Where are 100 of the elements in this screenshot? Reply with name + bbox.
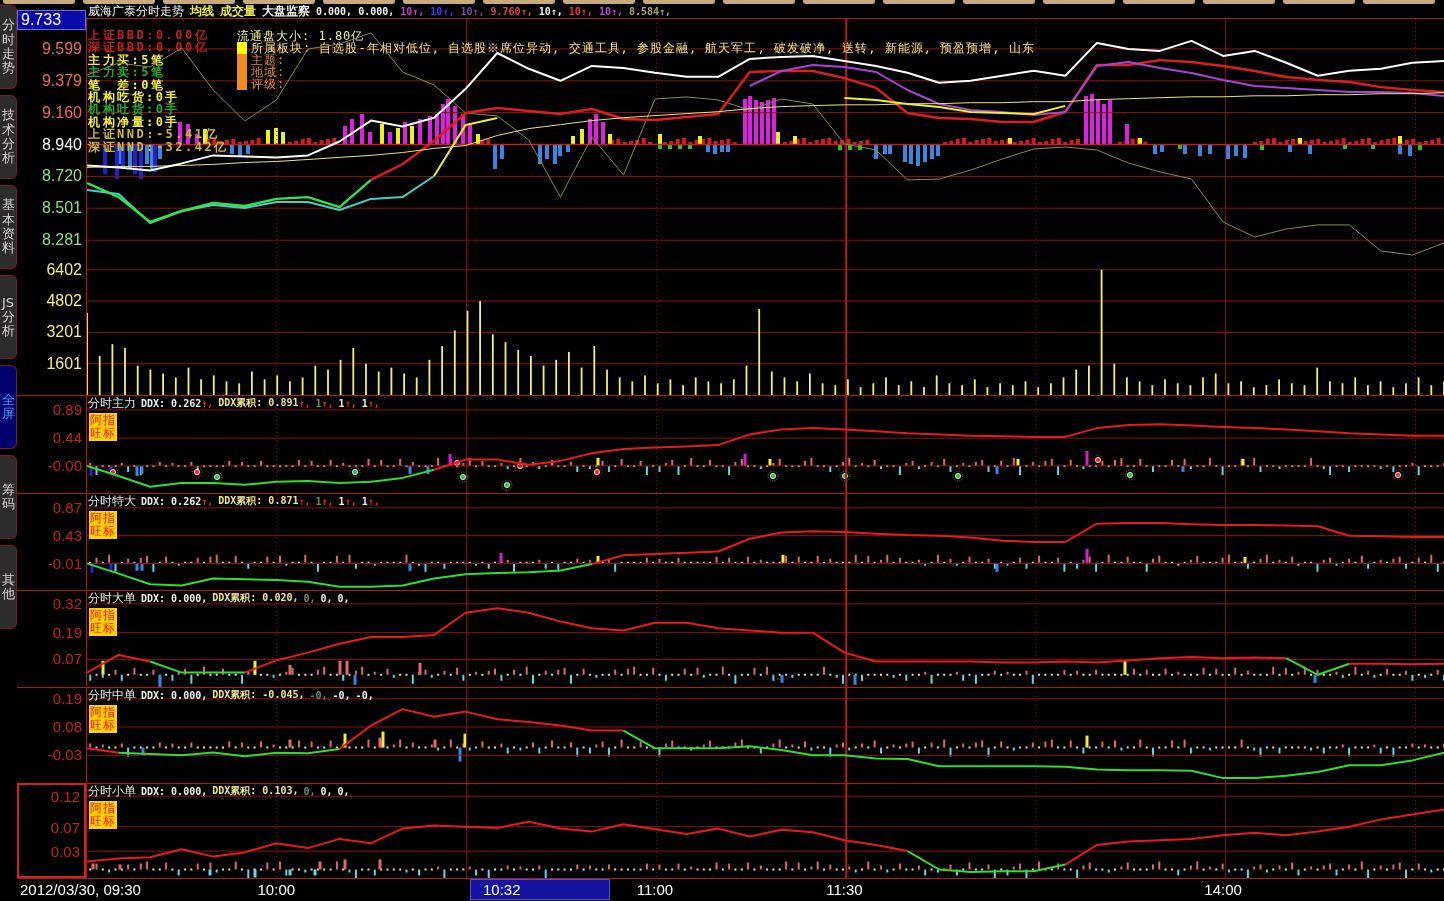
indicator-value: 10↑, (400, 6, 425, 17)
ddx-axis-label: 0.07 (52, 651, 82, 668)
trend-arrow: ↑, (344, 495, 357, 507)
stock-info: 主题: (251, 54, 286, 66)
indicator-value: DDX累积: 0.020, (212, 591, 299, 605)
indicator-label: 成交量 (220, 5, 256, 18)
indicator-value: 1 (315, 495, 322, 507)
ddx-axis-label: -0.00 (47, 457, 82, 474)
indicator-value: 10↑, (598, 6, 623, 17)
indicator-title: 分时主力 (88, 396, 136, 410)
ddx-axis-label: 0.03 (50, 844, 80, 861)
ddx-axis-label: -0.01 (47, 555, 82, 572)
indicator-value: 1 (361, 397, 368, 409)
indicator-value: 10↑, (538, 6, 563, 17)
indicator-value: DDX累积: 0.871 (218, 494, 299, 508)
indicator-label: 大盘监察 (262, 5, 310, 18)
indicator-label: 均线 (190, 5, 214, 18)
readout-text: 笔 差:0笔 (88, 78, 166, 92)
indicator-value: 1 (361, 495, 368, 507)
ddx-axis-label: 0.32 (52, 595, 82, 612)
ddx-axis-label: 0.19 (52, 624, 82, 641)
price-axis-label: 8.501 (41, 199, 82, 218)
ddx-axis-label: 0.08 (52, 719, 82, 735)
indicator-badge: 阿旺指标 (89, 413, 117, 441)
indicator-value: 0, (337, 592, 350, 604)
stock-info: 地域: (251, 66, 286, 78)
indicator-value: 8.584↑, (628, 6, 672, 17)
ddx-axis-label: -0.03 (47, 747, 82, 764)
indicator-value: DDX: 0.262 (141, 495, 202, 507)
indicator-value: DDX累积: 0.103, (212, 784, 299, 798)
indicator-value: DDX累积: 0.891 (218, 396, 299, 410)
indicator-badge: 阿旺指标 (89, 608, 117, 636)
trend-arrow: ↑, (367, 397, 380, 409)
indicator-badge: 阿旺指标 (89, 705, 117, 733)
price-axis-label: 8.281 (41, 231, 82, 250)
indicator-value: 0.000, (316, 6, 353, 17)
indicator-title: 分时大单 (88, 591, 136, 605)
indicator-value: DDX累积: -0.045, (212, 688, 305, 702)
indicator-value: 10↑, (568, 6, 593, 17)
indicator-value: 0, (303, 592, 316, 604)
indicator-value: 9.760↑, (490, 6, 533, 17)
indicator-value: 10↑, (460, 6, 485, 17)
price-axis-label: 8.940 (41, 135, 82, 154)
indicator-value: -0, (332, 689, 351, 701)
indicator-value: 10↑, (430, 6, 455, 17)
indicator-value: 1 (338, 397, 345, 409)
indicator-title: 分时中单 (88, 688, 136, 702)
ddx-axis-label: 0.07 (50, 819, 80, 836)
trend-arrow: ↑, (367, 495, 380, 507)
time-label: 11:00 (636, 880, 674, 900)
readout-text: 上证BBD:0.00亿 (88, 29, 210, 42)
indicator-title: 分时小单 (88, 784, 136, 798)
indicator-value: 1 (315, 397, 322, 409)
cursor-price-label: 9.733 (17, 10, 86, 30)
volume-axis-label: 6402 (46, 260, 82, 279)
date-time-label: 2012/03/30, 09:30 (20, 880, 141, 900)
indicator-value: DDX: 0.000, (141, 689, 208, 701)
time-label: 14:00 (1204, 880, 1242, 900)
volume-axis-label: 1601 (46, 354, 82, 373)
indicator-value: -0, (355, 689, 374, 701)
readout-text: 主力买:5笔 (88, 53, 166, 67)
cursor-time-label: 10:32 (470, 879, 610, 900)
ddx-axis-label: 0.89 (52, 401, 82, 418)
stock-info: 流通盘大小: 1.80亿 (237, 30, 365, 42)
readout-text: 机构净量:0手 (88, 115, 180, 129)
trend-arrow: ↑, (321, 397, 334, 409)
trend-arrow: ↑, (201, 397, 214, 409)
trend-arrow: ↑, (298, 495, 311, 507)
indicator-badge: 阿旺指标 (89, 801, 117, 829)
indicator-value: 1 (338, 495, 345, 507)
time-label: 10:00 (257, 880, 296, 900)
volume-axis-label: 3201 (46, 323, 82, 342)
readout-text: 深证BBD:0.00亿 (88, 41, 210, 54)
indicator-value: 0.000, (358, 6, 395, 17)
price-axis-label: 9.160 (41, 103, 82, 122)
indicator-value: 0, (303, 785, 316, 797)
ddx-axis-label: 0.43 (52, 527, 82, 544)
indicator-value: DDX: 0.000, (141, 592, 208, 604)
price-axis-label: 9.599 (41, 39, 82, 58)
indicator-badge: 阿旺指标 (89, 511, 117, 539)
trend-arrow: ↑, (344, 397, 357, 409)
stock-info: 评级: (251, 78, 286, 90)
indicator-value: 0, (320, 592, 333, 604)
trend-arrow: ↑, (321, 495, 334, 507)
indicator-value: DDX: 0.000, (141, 785, 208, 797)
ddx-axis-label: 0.87 (52, 499, 82, 516)
trend-arrow: ↑, (298, 397, 311, 409)
ddx-axis-label: 0.12 (50, 789, 80, 806)
time-label: 11:30 (826, 880, 863, 900)
indicator-value: DDX: 0.262 (141, 397, 202, 409)
price-axis-label: 8.720 (41, 167, 82, 186)
stock-title: 威海广泰分时走势 (88, 5, 184, 18)
indicator-value: 0, (320, 785, 333, 797)
ddx-axis-label: 0.44 (52, 430, 82, 447)
price-axis-label: 9.379 (41, 71, 82, 90)
trend-arrow: ↑, (201, 495, 214, 507)
indicator-title: 分时特大 (88, 494, 136, 508)
ddx-axis-label: 0.19 (52, 690, 82, 707)
indicator-value: -0, (309, 689, 328, 701)
volume-axis-label: 4802 (46, 292, 82, 310)
